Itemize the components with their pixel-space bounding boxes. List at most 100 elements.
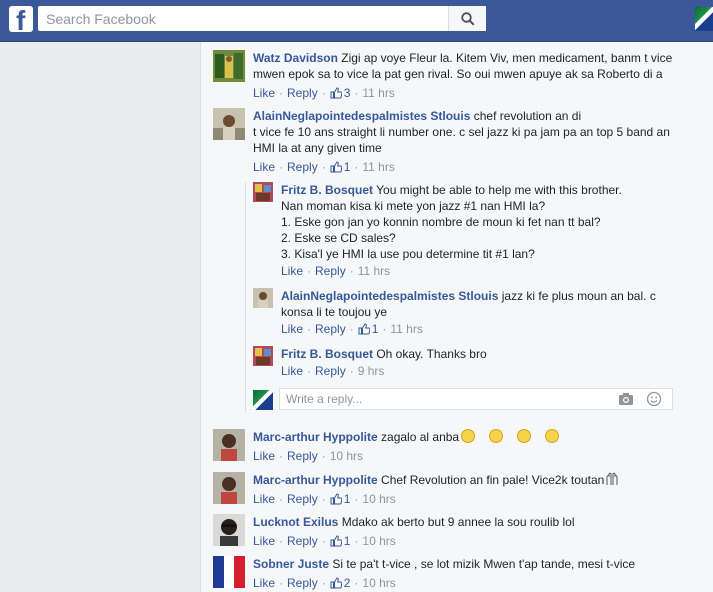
like-count[interactable]: 1 [358, 322, 378, 336]
top-navigation-bar: f [0, 0, 713, 42]
hands-emoji-icon [606, 472, 618, 485]
write-reply-box [279, 388, 673, 410]
avatar[interactable] [213, 429, 245, 461]
like-link[interactable]: Like [253, 160, 275, 174]
reply-link[interactable]: Reply [287, 160, 318, 174]
avatar[interactable] [213, 50, 245, 82]
reply-text: 3. Kisa'l ye HMI la use pou determine ti… [281, 247, 535, 261]
thumbs-up-icon [330, 493, 342, 505]
comment-timestamp[interactable]: 10 hrs [362, 576, 395, 590]
comment-timestamp[interactable]: 11 hrs [362, 160, 394, 174]
like-link[interactable]: Like [281, 364, 303, 378]
like-count[interactable]: 1 [330, 160, 350, 174]
comment-text: zagalo al anba [381, 430, 460, 444]
thumbs-up-icon [330, 87, 342, 99]
reply-text: Oh okay. Thanks bro [376, 347, 487, 361]
like-count[interactable]: 3 [330, 86, 350, 100]
reply-link[interactable]: Reply [287, 449, 318, 463]
like-count[interactable]: 2 [330, 576, 350, 590]
search-box [38, 6, 486, 31]
avatar[interactable] [253, 288, 273, 308]
comment-text: Si te pa't t-vice , se lot mizik Mwen t'… [332, 557, 636, 571]
comments-pane: Watz Davidson Zigi ap voye Fleur la. Kit… [200, 42, 713, 592]
comment-author[interactable]: AlainNeglapointedespalmistes Stlouis [253, 109, 470, 123]
comment-timestamp[interactable]: 10 hrs [362, 534, 395, 548]
comment-author[interactable]: Marc-arthur Hyppolite [253, 473, 378, 487]
reply-actions: Like · Reply · 1 · 11 hrs [281, 322, 423, 336]
comment-author[interactable]: Watz Davidson [253, 51, 338, 65]
reply-author[interactable]: AlainNeglapointedespalmistes Stlouis [281, 289, 498, 303]
like-link[interactable]: Like [253, 576, 275, 590]
like-link[interactable]: Like [253, 449, 275, 463]
comment-author[interactable]: Sobner Juste [253, 557, 329, 571]
like-link[interactable]: Like [253, 492, 275, 506]
avatar[interactable] [213, 514, 245, 546]
facebook-logo[interactable]: f [9, 6, 33, 32]
reply-link[interactable]: Reply [287, 492, 318, 506]
reply-link[interactable]: Reply [315, 322, 346, 336]
like-link[interactable]: Like [281, 322, 303, 336]
comment-text: t vice fe 10 ans straight li number one.… [253, 125, 670, 139]
reply-timestamp[interactable]: 11 hrs [358, 264, 390, 278]
reply-author[interactable]: Fritz B. Bosquet [281, 347, 373, 361]
reply-link[interactable]: Reply [287, 86, 318, 100]
reply-text: jazz ki fe plus moun an bal. c [501, 289, 656, 303]
reply-timestamp[interactable]: 9 hrs [358, 364, 385, 378]
like-count[interactable]: 1 [330, 534, 350, 548]
laughing-emoji-icon [461, 429, 476, 443]
comment-text: HMI la at any given time [253, 141, 382, 155]
comment-timestamp[interactable]: 10 hrs [330, 449, 363, 463]
avatar[interactable] [253, 346, 273, 366]
reply-text: You might be able to help me with this b… [376, 183, 622, 197]
like-count[interactable]: 1 [330, 492, 350, 506]
laughing-emoji-icon [517, 429, 532, 443]
camera-icon[interactable] [618, 392, 634, 406]
reply-text: 2. Eske se CD sales? [281, 231, 396, 245]
thumbs-up-icon [330, 535, 342, 547]
reply-text: konsa li te toujou ye [281, 305, 388, 319]
reply-actions: Like · Reply · 11 hrs [281, 264, 391, 278]
reply-link[interactable]: Reply [287, 534, 318, 548]
reply-thread-line [245, 182, 246, 412]
comment-actions: Like · Reply · 1 · 11 hrs [253, 160, 395, 174]
reply-text: Nan moman kisa ki mete yon jazz #1 nan H… [281, 199, 546, 213]
like-link[interactable]: Like [281, 264, 303, 278]
smiley-icon[interactable] [646, 391, 662, 407]
thumbs-up-icon [358, 323, 370, 335]
search-icon [460, 11, 475, 26]
comment-text: Chef Revolution an fin pale! Vice2k tout… [381, 473, 605, 487]
thumbs-up-icon [330, 161, 342, 173]
reply-link[interactable]: Reply [287, 576, 318, 590]
comment-timestamp[interactable]: 10 hrs [362, 492, 395, 506]
thumbs-up-icon [330, 577, 342, 589]
like-link[interactable]: Like [253, 534, 275, 548]
reply-actions: Like · Reply · 9 hrs [281, 364, 385, 378]
reply-input[interactable] [280, 389, 610, 409]
search-input[interactable] [38, 6, 446, 31]
reply-link[interactable]: Reply [315, 364, 346, 378]
comment-text: Zigi ap voye Fleur la. Kitem Viv, men me… [341, 51, 673, 65]
reply-text: 1. Eske gon jan yo konnin nombre de moun… [281, 215, 601, 229]
comment-text: Mdako ak berto but 9 annee la sou roulib… [341, 515, 575, 529]
comment-timestamp[interactable]: 11 hrs [362, 86, 394, 100]
current-user-avatar [253, 390, 273, 410]
avatar[interactable] [253, 182, 273, 202]
reply-timestamp[interactable]: 11 hrs [390, 322, 422, 336]
comment-actions: Like · Reply · 2 · 10 hrs [253, 576, 396, 590]
avatar[interactable] [213, 556, 245, 588]
search-button[interactable] [448, 6, 486, 31]
laughing-emoji-icon [489, 429, 504, 443]
laughing-emoji-icon [545, 429, 560, 443]
comment-actions: Like · Reply · 1 · 10 hrs [253, 534, 396, 548]
reply-author[interactable]: Fritz B. Bosquet [281, 183, 373, 197]
comment-text: mwen epok sa to vice la pat gen rival. S… [253, 67, 663, 81]
profile-avatar[interactable] [695, 7, 713, 31]
avatar[interactable] [213, 472, 245, 504]
comment-author[interactable]: Lucknot Exilus [253, 515, 338, 529]
comment-actions: Like · Reply · 1 · 10 hrs [253, 492, 396, 506]
comment-author[interactable]: Marc-arthur Hyppolite [253, 430, 378, 444]
comment-actions: Like · Reply · 3 · 11 hrs [253, 86, 395, 100]
reply-link[interactable]: Reply [315, 264, 346, 278]
avatar[interactable] [213, 108, 245, 140]
like-link[interactable]: Like [253, 86, 275, 100]
